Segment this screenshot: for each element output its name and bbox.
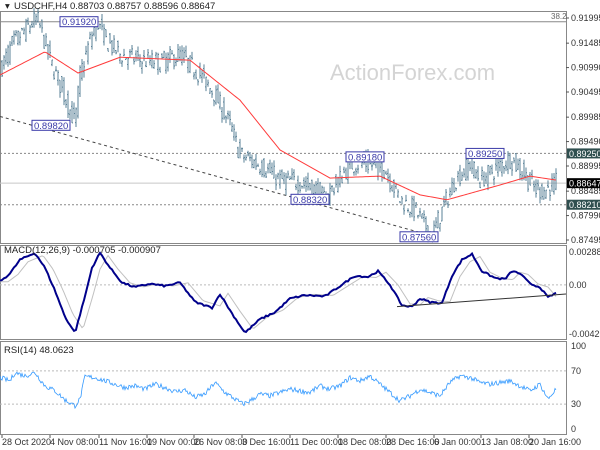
time-tick-label: 28 Dec 16:00 (386, 437, 440, 447)
time-tick-label: 19 Nov 00:00 (147, 437, 201, 447)
level-price-label: 0.89250 (569, 149, 600, 159)
time-tick-label: 26 Nov 08:00 (194, 437, 248, 447)
price-tick-label: 0.87990 (571, 211, 600, 221)
price-annotation-label: 0.89820 (34, 121, 68, 132)
time-tick-label: 18 Dec 08:00 (338, 437, 392, 447)
time-tick-label: 28 Oct 2020 (2, 437, 51, 447)
price-tick-label: 0.91995 (571, 13, 600, 23)
usdchf-chart[interactable]: 0.91995 0.91485 0.90990 0.90495 0.89985 0.894… (0, 0, 600, 450)
time-axis: 28 Oct 20204 Nov 08:00 11 Nov 16:0019 Nov… (1, 435, 581, 447)
rsi-tick-label: 70 (571, 366, 581, 376)
rsi-label: RSI(14) 48.0623 (4, 345, 74, 356)
price-annotation-label: 0.87560 (402, 232, 436, 243)
price-tick-label: 0.90990 (571, 63, 600, 73)
price-tick-label: 0.89985 (571, 112, 600, 122)
macd-tick-label: 0.00288 (569, 247, 600, 257)
dropdown-arrow-icon[interactable]: ▾ (5, 1, 10, 12)
time-tick-label: 13 Jan 08:00 (481, 437, 533, 447)
price-annotation-label: 0.88320 (293, 195, 327, 206)
macd-tick-label: 0.00 (569, 280, 587, 290)
price-annotation-label: 0.91920 (62, 17, 96, 28)
price-tick-label: 0.88995 (571, 161, 600, 171)
time-tick-label: 20 Jan 16:00 (529, 437, 581, 447)
watermark: ActionForex.com (330, 60, 495, 85)
rsi-tick-label: 30 (571, 399, 581, 409)
price-tick-label: 0.91485 (571, 38, 600, 48)
time-tick-label: 11 Nov 16:00 (99, 437, 152, 447)
time-tick-label: 6 Jan 00:00 (434, 437, 481, 447)
rsi-tick-label: 0 (571, 424, 576, 434)
time-tick-label: 11 Dec 00:00 (290, 437, 343, 447)
level-price-label: 0.88210 (569, 200, 600, 210)
symbol-title: USDCHF,H4 (14, 1, 67, 12)
price-tick-label: 0.90495 (571, 87, 600, 97)
rsi-tick-label: 100 (571, 341, 586, 351)
price-tick-label: 0.89490 (571, 137, 600, 147)
macd-tick-label: -0.004298 (569, 329, 600, 339)
ohlc-header: 0.88703 0.88757 0.88596 0.88647 (70, 1, 215, 12)
price-annotation-label: 0.89180 (348, 152, 382, 163)
time-tick-label: 4 Nov 08:00 (50, 437, 99, 447)
current-price-label: 0.88647 (569, 179, 600, 189)
fib-label: 38.2 (551, 12, 567, 21)
price-tick-label: 0.87495 (571, 235, 600, 245)
macd-label: MACD(12,26,9) -0.000705 -0.000907 (4, 245, 161, 256)
price-annotation-label: 0.89250 (468, 149, 502, 160)
time-tick-label: 3 Dec 16:00 (242, 437, 291, 447)
